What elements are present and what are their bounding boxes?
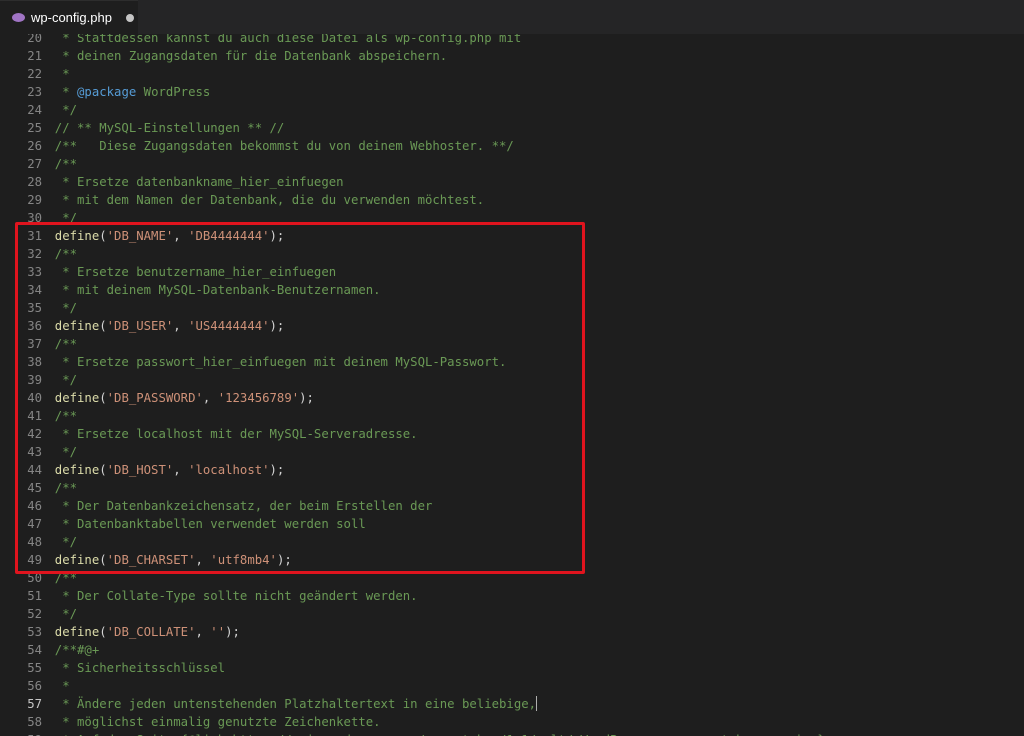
line-number: 51	[27, 589, 42, 603]
code-text: * Der Collate-Type sollte nicht geändert…	[40, 587, 418, 605]
php-elephant-icon	[12, 13, 25, 22]
line-number: 57	[27, 697, 42, 711]
tab-bar: wp-config.php	[0, 0, 1024, 34]
line-number: 54	[27, 643, 42, 657]
code-text: * möglichst einmalig genutzte Zeichenket…	[40, 713, 381, 731]
code-line[interactable]: 22 *	[0, 65, 1024, 83]
code-text: /**#@+	[40, 641, 99, 659]
code-line[interactable]: 52 */	[0, 605, 1024, 623]
code-line[interactable]: 29 * mit dem Namen der Datenbank, die du…	[0, 191, 1024, 209]
line-number: 56	[27, 679, 42, 693]
code-token: *	[40, 67, 70, 81]
line-number: 26	[27, 139, 42, 153]
line-number: 29	[27, 193, 42, 207]
code-token: */	[40, 607, 78, 621]
line-number: 24	[27, 103, 42, 117]
code-line[interactable]: 54 /**#@+	[0, 641, 1024, 659]
line-number: 20	[27, 34, 42, 45]
code-text: * mit dem Namen der Datenbank, die du ve…	[40, 191, 484, 209]
line-number: 55	[27, 661, 42, 675]
code-token: 'DB_COLLATE'	[106, 625, 196, 639]
code-text: * deinen Zugangsdaten für die Datenbank …	[40, 47, 447, 65]
code-token: define	[40, 625, 100, 639]
line-number: 59	[0, 731, 42, 736]
code-token: * deinen Zugangsdaten für die Datenbank …	[40, 49, 448, 63]
code-text: define('DB_COLLATE', '');	[40, 623, 240, 641]
line-number: 21	[27, 49, 42, 63]
code-line[interactable]: 27 /**	[0, 155, 1024, 173]
code-token: *	[40, 85, 78, 99]
code-token: * mit dem Namen der Datenbank, die du ve…	[40, 193, 485, 207]
code-token: *	[40, 679, 70, 693]
code-text: * Ersetze datenbankname_hier_einfuegen	[40, 173, 344, 191]
code-text: * Auf der Seite {@link https://api.wordp…	[40, 731, 825, 736]
tab-wp-config[interactable]: wp-config.php	[0, 0, 138, 34]
tab-title: wp-config.php	[31, 10, 112, 25]
code-text: // ** MySQL-Einstellungen ** //	[40, 119, 285, 137]
code-token: /**#@+	[40, 643, 100, 657]
code-text: * Sicherheitsschlüssel	[40, 659, 225, 677]
code-text: * Stattdessen kannst du auch diese Datei…	[40, 34, 521, 47]
code-text: /**	[40, 155, 77, 173]
code-token: ''	[210, 625, 226, 639]
code-line[interactable]: 58 * möglichst einmalig genutzte Zeichen…	[0, 713, 1024, 731]
line-number: 53	[27, 625, 42, 639]
line-number: 52	[27, 607, 42, 621]
unsaved-changes-dot-icon[interactable]	[125, 13, 134, 22]
code-token: /**	[40, 157, 78, 171]
code-line[interactable]: 57 * Ändere jeden untenstehenden Platzha…	[0, 695, 1024, 713]
code-text: */	[40, 605, 77, 623]
code-line[interactable]: 53 define('DB_COLLATE', '');	[0, 623, 1024, 641]
code-token: * Sicherheitsschlüssel	[40, 661, 226, 675]
code-token: * möglichst einmalig genutzte Zeichenket…	[40, 715, 381, 729]
code-line[interactable]: 26 /** Diese Zugangsdaten bekommst du vo…	[0, 137, 1024, 155]
code-token: * Ersetze datenbankname_hier_einfuegen	[40, 175, 344, 189]
highlight-annotation-box	[15, 222, 585, 574]
code-token: ,	[195, 625, 211, 639]
code-line[interactable]: 21 * deinen Zugangsdaten für die Datenba…	[0, 47, 1024, 65]
code-text: *	[40, 677, 70, 695]
code-text: *	[40, 65, 70, 83]
code-token: @package	[77, 85, 137, 99]
code-token: * Der Collate-Type sollte nicht geändert…	[40, 589, 418, 603]
line-number: 23	[27, 85, 42, 99]
code-line[interactable]: 51 * Der Collate-Type sollte nicht geänd…	[0, 587, 1024, 605]
code-text: * Ändere jeden untenstehenden Platzhalte…	[40, 695, 538, 713]
code-token: * Ändere jeden untenstehenden Platzhalte…	[40, 697, 537, 711]
code-text: * @package WordPress	[40, 83, 210, 101]
code-token: /** Diese Zugangsdaten bekommst du von d…	[40, 139, 514, 153]
code-token: * Stattdessen kannst du auch diese Datei…	[40, 34, 522, 45]
line-number: 22	[27, 67, 42, 81]
code-token: WordPress	[136, 85, 211, 99]
code-line[interactable]: 20 * Stattdessen kannst du auch diese Da…	[0, 34, 1024, 47]
code-line[interactable]: 59 * Auf der Seite {@link https://api.wo…	[0, 731, 1024, 736]
code-line[interactable]: 25 // ** MySQL-Einstellungen ** //	[0, 119, 1024, 137]
code-token: (	[99, 625, 107, 639]
line-number: 25	[27, 121, 42, 135]
code-token: */	[40, 103, 78, 117]
code-token: );	[225, 625, 240, 639]
code-line[interactable]: 23 * @package WordPress	[0, 83, 1024, 101]
code-line[interactable]: 55 * Sicherheitsschlüssel	[0, 659, 1024, 677]
code-text: /** Diese Zugangsdaten bekommst du von d…	[40, 137, 514, 155]
code-line[interactable]: 24 */	[0, 101, 1024, 119]
code-line[interactable]: 28 * Ersetze datenbankname_hier_einfuege…	[0, 173, 1024, 191]
line-number: 28	[27, 175, 42, 189]
code-token: // ** MySQL-Einstellungen ** //	[40, 121, 285, 135]
code-line[interactable]: 56 *	[0, 677, 1024, 695]
line-number: 27	[27, 157, 42, 171]
line-number: 58	[27, 715, 42, 729]
code-text: */	[40, 101, 77, 119]
text-cursor	[536, 696, 538, 711]
